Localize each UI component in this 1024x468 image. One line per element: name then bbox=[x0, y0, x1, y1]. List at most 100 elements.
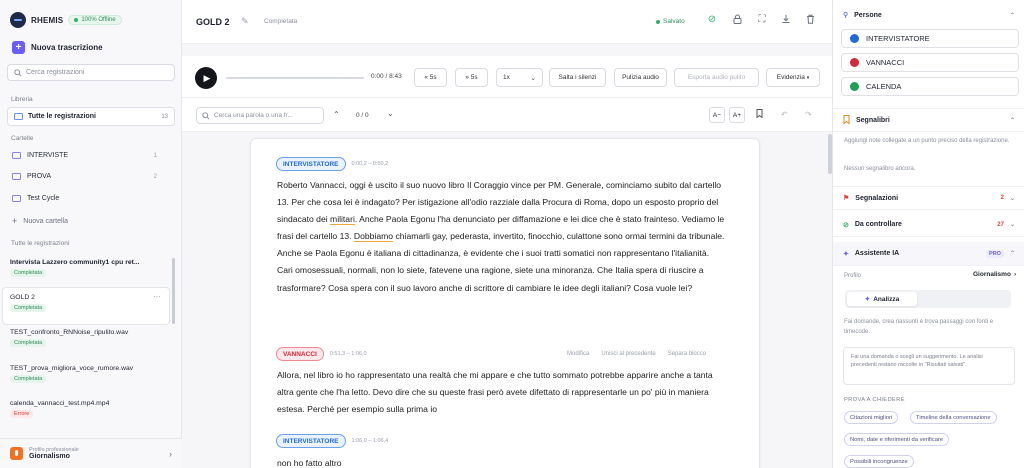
speaker-tag-intervistatore[interactable]: INTERVISTATORE bbox=[276, 157, 346, 171]
progress-slider[interactable] bbox=[226, 77, 364, 79]
folder-item-prova[interactable]: PROVA 2 bbox=[12, 173, 157, 180]
segment-header: VANNACCI 0:51,3 – 1:06,0 bbox=[276, 347, 367, 361]
microphone-icon bbox=[10, 447, 23, 460]
recording-item[interactable]: Intervista Lazzero community1 cpu ret...… bbox=[10, 259, 162, 277]
reports-section-header[interactable]: ⚑ Segnalazioni 2 ⌄ bbox=[833, 186, 1024, 210]
segment-actions: Modifica Unisci al precedente Separa blo… bbox=[567, 351, 706, 357]
ai-assistant-section-header[interactable]: ✦ Assistente IA PRO ⌃ bbox=[833, 242, 1024, 266]
to-check-section-header[interactable]: ⊘ Da controllare 27 ⌄ bbox=[833, 213, 1024, 237]
folder-count: 1 bbox=[153, 152, 157, 159]
speed-value: 1x bbox=[503, 74, 510, 81]
recording-title: Intervista Lazzero community1 cpu ret... bbox=[10, 259, 140, 266]
font-smaller-button[interactable]: A− bbox=[709, 107, 725, 123]
sidebar-scrollbar[interactable] bbox=[172, 258, 175, 324]
speaker-color-dot bbox=[850, 58, 859, 67]
status-badge: Completata bbox=[10, 304, 47, 312]
search-placeholder: Cerca registrazioni bbox=[26, 69, 85, 76]
transcript-text[interactable]: Allora, nel libro io ho rappresentato un… bbox=[277, 367, 727, 418]
new-transcription-button[interactable]: + Nuova trascrizione bbox=[12, 41, 103, 54]
skip-silence-button[interactable]: Salta i silenzi bbox=[549, 68, 606, 87]
play-icon: ▶ bbox=[203, 72, 211, 83]
suggestion-chip[interactable]: Timeline della conversazione bbox=[910, 411, 997, 424]
app-logo bbox=[10, 12, 26, 28]
offline-badge-label: 100% Offline bbox=[81, 17, 116, 23]
recording-item[interactable]: TEST_prova_migliora_voce_rumore.wav Comp… bbox=[10, 365, 162, 383]
person-item[interactable]: INTERVISTATORE bbox=[841, 29, 1019, 48]
speaker-color-dot bbox=[850, 82, 859, 91]
folder-item-interviste[interactable]: INTERVISTE 1 bbox=[12, 152, 157, 159]
folder-icon bbox=[12, 152, 21, 159]
search-recordings-input[interactable]: Cerca registrazioni bbox=[7, 64, 175, 81]
folder-label: Test Cycle bbox=[27, 195, 60, 202]
split-block-button[interactable]: Separa blocco bbox=[668, 351, 706, 357]
find-input[interactable]: Cerca una parola o una fr... bbox=[196, 107, 324, 124]
people-title: Persone bbox=[854, 11, 882, 19]
edit-segment-button[interactable]: Modifica bbox=[567, 351, 589, 357]
chevron-up-icon: ⌃ bbox=[1009, 251, 1015, 257]
transcript-document: INTERVISTATORE 0:00,2 – 0:50,2 Roberto V… bbox=[250, 138, 760, 468]
chevron-up-icon[interactable]: ⌃ bbox=[333, 110, 340, 119]
rewind-icon: « bbox=[424, 74, 428, 81]
rewind-button[interactable]: « 5s bbox=[414, 68, 447, 87]
tab-analyze[interactable]: ✦ Analizza bbox=[847, 292, 917, 306]
brand: RHEMIS 100% Offline bbox=[10, 12, 122, 28]
more-options-icon[interactable]: ··· bbox=[153, 292, 161, 301]
merge-previous-button[interactable]: Unisci al precedente bbox=[601, 351, 655, 357]
segment-timestamp: 0:51,3 – 1:06,0 bbox=[329, 351, 367, 357]
person-name: INTERVISTATORE bbox=[866, 34, 930, 43]
profile-value: Giornalismo bbox=[973, 271, 1011, 278]
transcript-text[interactable]: non ho fatto altro bbox=[277, 455, 727, 468]
folder-label: INTERVISTE bbox=[27, 152, 69, 159]
flagged-word[interactable]: Dobbiamo bbox=[353, 231, 394, 243]
tab-analyze-label: Analizza bbox=[873, 295, 900, 303]
time-readout: 0:00 / 8:43 bbox=[371, 73, 402, 80]
forward-button[interactable]: » 5s bbox=[455, 68, 488, 87]
new-folder-button[interactable]: + Nuova cartella bbox=[12, 216, 157, 226]
speed-select[interactable]: 1x ⌄ bbox=[496, 68, 543, 87]
recording-item[interactable]: calenda_vannacci_test.mp4.mp4 Errore bbox=[10, 400, 162, 418]
export-clean-audio-button[interactable]: Esporta audio pulito bbox=[674, 68, 759, 87]
clean-audio-button[interactable]: Pulizia audio bbox=[614, 68, 667, 87]
recording-item-selected[interactable]: GOLD 2 Completata bbox=[10, 294, 162, 312]
speaker-tag-intervistatore[interactable]: INTERVISTATORE bbox=[276, 434, 346, 448]
suggestion-chip[interactable]: Citazioni migliori bbox=[844, 411, 899, 424]
font-larger-button[interactable]: A+ bbox=[729, 107, 745, 123]
status-badge-error: Errore bbox=[10, 410, 34, 418]
all-recordings-item[interactable]: Tutte le registrazioni 13 bbox=[7, 107, 175, 126]
download-icon[interactable] bbox=[780, 14, 792, 27]
highlight-select[interactable]: Evidenzia ▾ bbox=[766, 68, 820, 87]
profile-value: Giornalismo bbox=[29, 453, 70, 460]
check-circle-icon[interactable]: ⊘ bbox=[706, 14, 718, 25]
all-recordings-count: 13 bbox=[161, 113, 168, 120]
people-section-header[interactable]: ⚲ Persone ⌃ bbox=[833, 3, 1024, 27]
speaker-tag-vannacci[interactable]: VANNACCI bbox=[276, 347, 324, 361]
profile-selector[interactable]: Giornalismo › bbox=[973, 271, 1016, 278]
recording-title: TEST_prova_migliora_voce_rumore.wav bbox=[10, 365, 134, 372]
person-item[interactable]: CALENDA bbox=[841, 77, 1019, 96]
folder-count: 2 bbox=[153, 173, 157, 180]
recording-title: calenda_vannacci_test.mp4.mp4 bbox=[10, 400, 110, 407]
main-area: GOLD 2 ✎ Completata Salvato ⊘ ⛶ ▶ 0:00 /… bbox=[182, 0, 832, 468]
lock-icon[interactable] bbox=[731, 14, 743, 27]
person-item[interactable]: VANNACCI bbox=[841, 53, 1019, 72]
suggestion-chip[interactable]: Nomi, date e riferimenti da verificare bbox=[844, 433, 950, 446]
play-button[interactable]: ▶ bbox=[195, 67, 217, 89]
profile-selector[interactable]: Profilo professionale Giornalismo › bbox=[0, 438, 182, 468]
chevron-down-icon[interactable]: ⌄ bbox=[387, 109, 394, 118]
segment-timestamp: 1:06,0 – 1:06,4 bbox=[351, 438, 389, 444]
recording-item[interactable]: TEST_confronto_RNNoise_ripulito.wav Comp… bbox=[10, 329, 162, 347]
flagged-word[interactable]: militari bbox=[330, 214, 355, 226]
suggestions-title: PROVA A CHIEDERE bbox=[844, 397, 905, 403]
undo-icon[interactable]: ↶ bbox=[781, 110, 788, 119]
suggestion-chip[interactable]: Possibili incongruenze bbox=[844, 455, 914, 468]
trash-icon[interactable] bbox=[804, 14, 816, 27]
redo-icon[interactable]: ↷ bbox=[805, 110, 812, 119]
bookmark-icon[interactable] bbox=[756, 109, 763, 120]
transcript-text[interactable]: Roberto Vannacci, oggi è uscito il suo n… bbox=[277, 177, 727, 297]
folder-item-test-cycle[interactable]: Test Cycle bbox=[12, 195, 157, 202]
sparkle-icon: ✦ bbox=[843, 250, 849, 258]
chevron-down-icon: ⌄ bbox=[1009, 195, 1015, 202]
bookmarks-section-header[interactable]: Segnalibri ⌃ bbox=[833, 108, 1024, 132]
edit-title-icon[interactable]: ✎ bbox=[241, 16, 249, 27]
fullscreen-icon[interactable]: ⛶ bbox=[756, 14, 768, 25]
